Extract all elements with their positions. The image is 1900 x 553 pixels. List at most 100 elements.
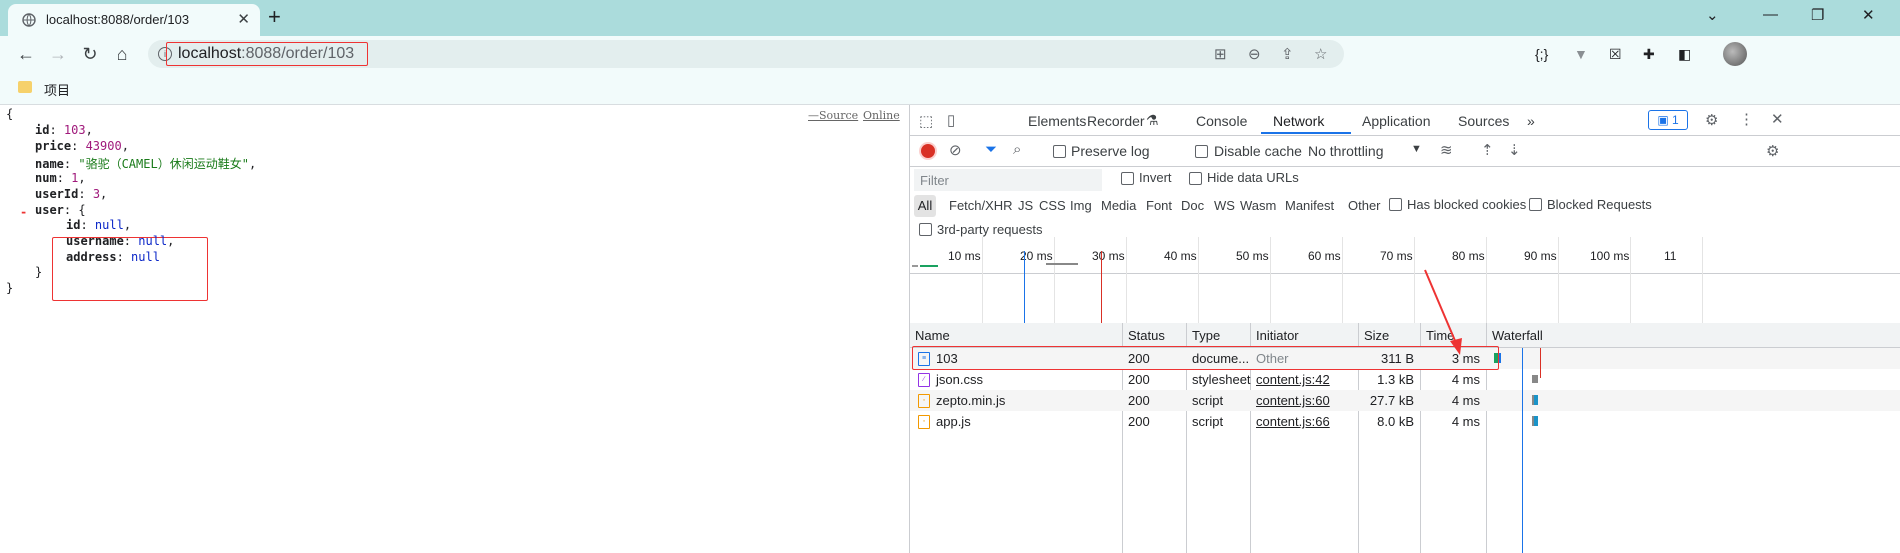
json-brace-close: } xyxy=(6,281,14,295)
throttling-select[interactable]: No throttling xyxy=(1308,143,1383,159)
filter-input[interactable]: Filter xyxy=(914,169,1102,191)
close-tab-icon[interactable]: ✕ xyxy=(237,10,250,28)
network-settings-icon[interactable]: ⚙ xyxy=(1766,142,1779,160)
hide-data-urls-checkbox[interactable] xyxy=(1189,172,1202,185)
inspect-element-icon[interactable]: ⬚ xyxy=(919,112,933,130)
network-timeline-overview[interactable]: 10 ms 20 ms 30 ms 40 ms 50 ms 60 ms 70 m… xyxy=(910,237,1900,324)
col-waterfall[interactable]: Waterfall xyxy=(1492,328,1543,343)
col-size[interactable]: Size xyxy=(1364,328,1389,343)
json-user-id: id: null, xyxy=(66,218,132,232)
filter-js[interactable]: JS xyxy=(1018,198,1033,213)
blocked-requests-checkbox[interactable] xyxy=(1529,198,1542,211)
filter-all-chip[interactable]: All xyxy=(914,195,936,217)
third-party-checkbox[interactable] xyxy=(919,223,932,236)
tab-console[interactable]: Console xyxy=(1196,113,1247,129)
devtools-panel: ⬚ ▯ Elements Recorder ⚗ Console Network … xyxy=(909,105,1900,553)
invert-checkbox[interactable] xyxy=(1121,172,1134,185)
maximize-icon[interactable]: ❐ xyxy=(1811,6,1824,24)
issues-badge[interactable]: ▣ 1 xyxy=(1648,110,1688,130)
new-tab-icon[interactable]: + xyxy=(268,4,281,30)
table-row[interactable]: ◦ app.js 200 script content.js:66 8.0 kB… xyxy=(910,411,1900,432)
import-har-icon[interactable]: ⇡ xyxy=(1481,141,1494,159)
settings-gear-icon[interactable]: ⚙ xyxy=(1705,111,1718,129)
filter-css[interactable]: CSS xyxy=(1039,198,1066,213)
search-icon[interactable]: ⌕ xyxy=(1013,141,1021,158)
more-options-icon[interactable]: ⋮ xyxy=(1739,110,1754,128)
third-party-label: 3rd-party requests xyxy=(937,222,1043,237)
avatar[interactable] xyxy=(1723,42,1747,66)
vue-extension-icon[interactable]: ▼ xyxy=(1574,46,1588,62)
request-type: stylesheet xyxy=(1192,372,1251,387)
table-row[interactable]: ∕ json.css 200 stylesheet content.js:42 … xyxy=(910,369,1900,390)
preserve-log-checkbox[interactable] xyxy=(1053,145,1066,158)
request-initiator-link[interactable]: content.js:66 xyxy=(1256,414,1330,429)
devtools-tabbar: ⬚ ▯ Elements Recorder ⚗ Console Network … xyxy=(910,105,1900,136)
clear-icon[interactable]: ⊘ xyxy=(949,141,962,159)
filter-fetch-xhr[interactable]: Fetch/XHR xyxy=(949,198,1013,213)
home-icon[interactable]: ⌂ xyxy=(110,42,134,66)
request-type: script xyxy=(1192,393,1224,408)
filter-funnel-icon[interactable]: ⏷ xyxy=(985,141,997,158)
has-blocked-cookies-checkbox[interactable] xyxy=(1389,198,1402,211)
tab-search-chevron-icon[interactable]: ⌄ xyxy=(1706,6,1719,24)
col-time[interactable]: Time xyxy=(1426,328,1454,343)
filter-font[interactable]: Font xyxy=(1146,198,1172,213)
window-close-icon[interactable]: ✕ xyxy=(1862,6,1875,24)
collapse-toggle-icon[interactable]: - xyxy=(20,205,27,219)
reload-icon[interactable]: ↻ xyxy=(78,42,102,66)
translate-icon[interactable]: ⊞ xyxy=(1214,45,1227,63)
more-tabs-icon[interactable]: » xyxy=(1527,113,1535,129)
network-conditions-icon[interactable]: ≋ xyxy=(1440,141,1453,159)
online-link[interactable]: Online xyxy=(863,109,900,122)
json-field-user: user: { xyxy=(35,203,86,217)
dom-content-loaded-line xyxy=(1522,348,1523,553)
tab-application[interactable]: Application xyxy=(1362,113,1431,129)
stylesheet-icon: ∕ xyxy=(918,373,930,387)
tab-elements[interactable]: Elements xyxy=(1028,113,1086,129)
blocked-requests-label: Blocked Requests xyxy=(1547,197,1652,212)
tab-recorder[interactable]: Recorder xyxy=(1087,113,1145,129)
network-toolbar: ⊘ ⏷ ⌕ Preserve log Disable cache No thro… xyxy=(910,136,1900,167)
source-link[interactable]: —Source xyxy=(808,109,858,122)
url-text[interactable]: localhost:8088/order/103 xyxy=(178,45,354,63)
col-name[interactable]: Name xyxy=(915,328,950,343)
col-status[interactable]: Status xyxy=(1128,328,1165,343)
export-har-icon[interactable]: ⇣ xyxy=(1508,141,1521,159)
json-extension-icon[interactable]: {;} xyxy=(1535,46,1548,62)
script-icon: ◦ xyxy=(918,415,930,429)
table-row[interactable]: ◦ zepto.min.js 200 script content.js:60 … xyxy=(910,390,1900,411)
extensions-puzzle-icon[interactable]: ✚ xyxy=(1643,46,1655,63)
filter-wasm[interactable]: Wasm xyxy=(1240,198,1276,213)
filter-media[interactable]: Media xyxy=(1101,198,1136,213)
browser-tab[interactable]: localhost:8088/order/103 ✕ xyxy=(8,4,260,36)
filter-other[interactable]: Other xyxy=(1348,198,1381,213)
record-icon[interactable] xyxy=(921,144,935,158)
extension-x-icon[interactable]: ☒ xyxy=(1609,46,1622,63)
filter-manifest[interactable]: Manifest xyxy=(1285,198,1334,213)
tab-network[interactable]: Network xyxy=(1273,113,1324,129)
request-name: app.js xyxy=(936,414,971,429)
filter-img[interactable]: Img xyxy=(1070,198,1092,213)
zoom-icon[interactable]: ⊖ xyxy=(1248,45,1261,63)
share-icon[interactable]: ⇪ xyxy=(1281,45,1294,63)
side-panel-icon[interactable]: ◧ xyxy=(1678,46,1691,63)
col-initiator[interactable]: Initiator xyxy=(1256,328,1299,343)
minimize-icon[interactable]: — xyxy=(1763,6,1778,23)
back-icon[interactable]: ← xyxy=(14,42,38,66)
filter-doc[interactable]: Doc xyxy=(1181,198,1204,213)
disable-cache-checkbox[interactable] xyxy=(1195,145,1208,158)
col-type[interactable]: Type xyxy=(1192,328,1220,343)
device-toolbar-icon[interactable]: ▯ xyxy=(947,111,955,129)
request-initiator-link[interactable]: content.js:42 xyxy=(1256,372,1330,387)
throttling-dropdown-icon[interactable]: ▼ xyxy=(1411,143,1422,155)
address-bar[interactable]: i localhost:8088/order/103 ⊞ ⊖ ⇪ ☆ xyxy=(148,40,1344,68)
request-initiator-link[interactable]: content.js:60 xyxy=(1256,393,1330,408)
json-user-brace-close: } xyxy=(35,265,43,279)
bookmark-folder-label[interactable]: 项目 xyxy=(44,80,70,99)
tab-sources[interactable]: Sources xyxy=(1458,113,1509,129)
tab-title: localhost:8088/order/103 xyxy=(46,12,190,27)
filter-ws[interactable]: WS xyxy=(1214,198,1235,213)
forward-icon[interactable]: → xyxy=(46,42,70,66)
bookmark-star-icon[interactable]: ☆ xyxy=(1314,45,1327,63)
close-devtools-icon[interactable]: ✕ xyxy=(1771,110,1784,128)
